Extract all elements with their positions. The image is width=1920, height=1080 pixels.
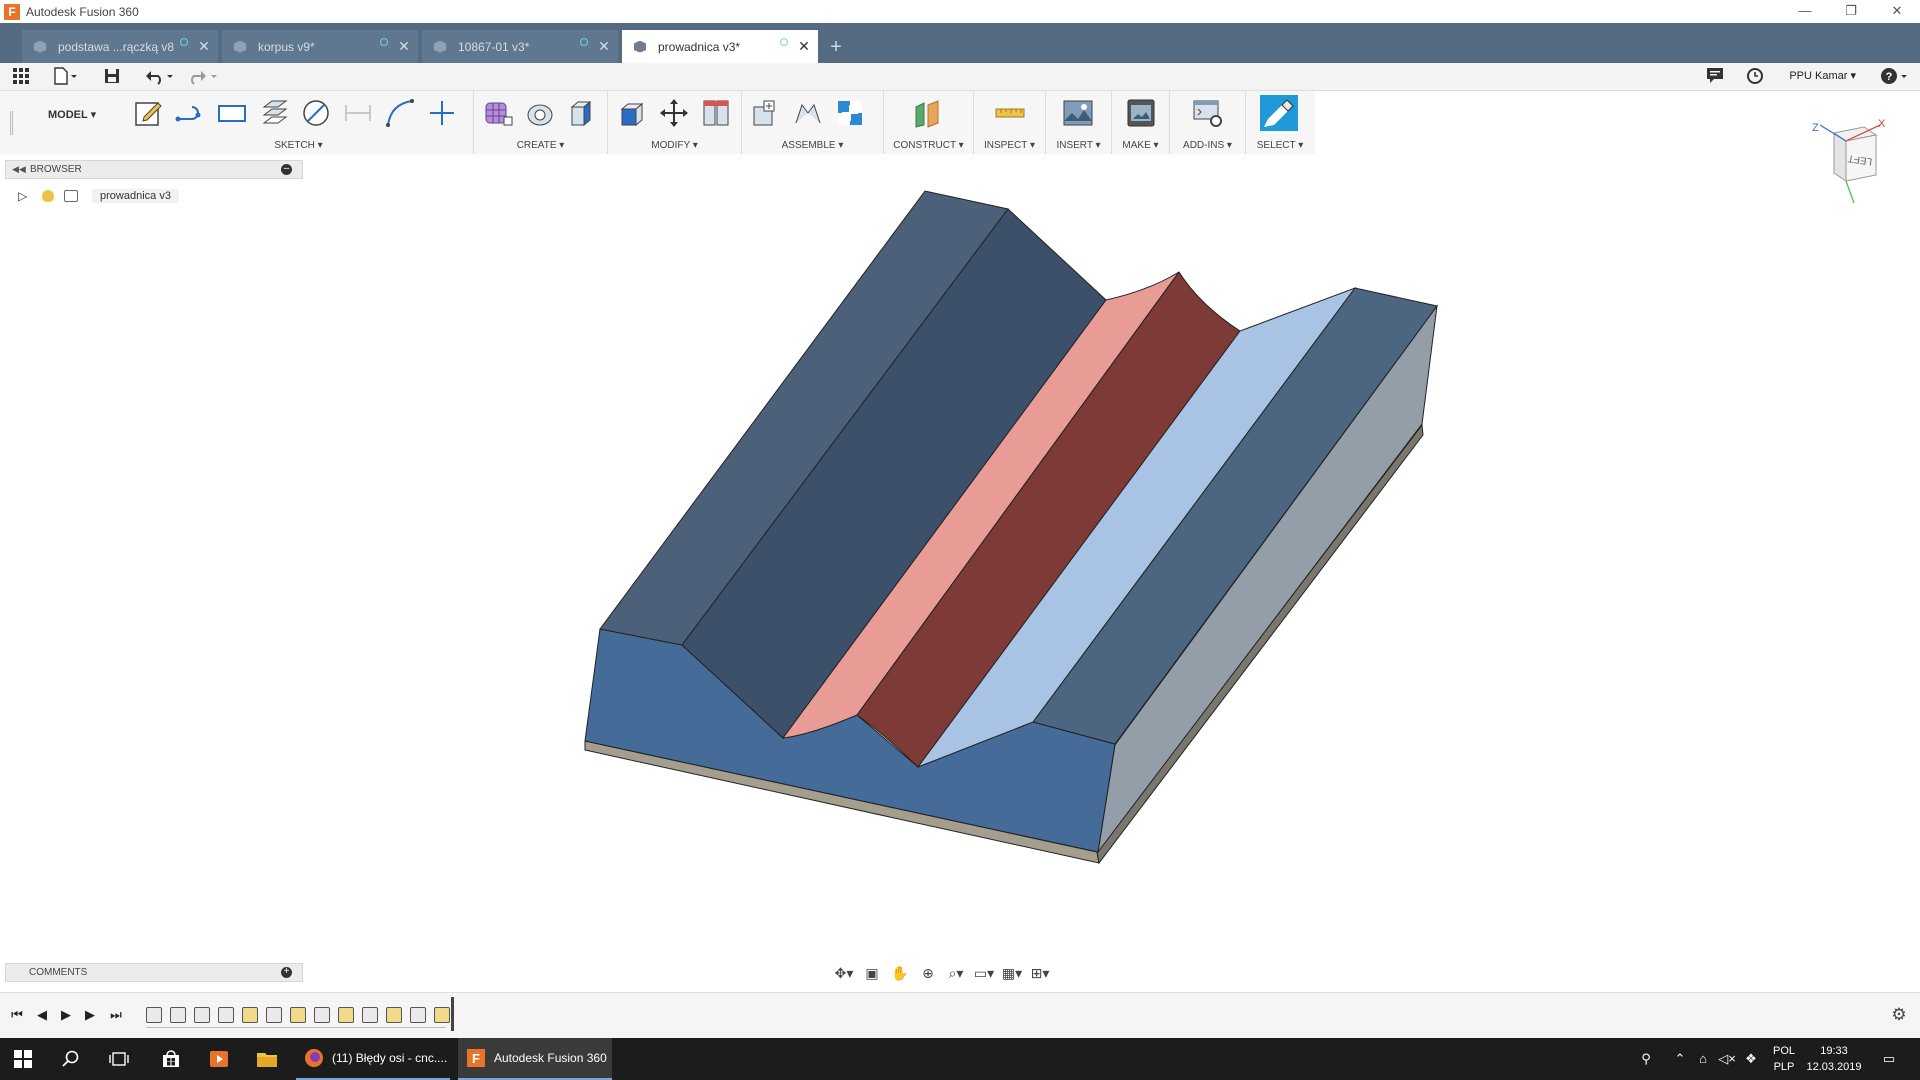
comments-title: COMMENTS <box>29 967 88 978</box>
language-code: POL <box>1772 1045 1795 1057</box>
keyboard-layout-code: PLP <box>1773 1061 1795 1073</box>
timeline-feature-icon[interactable] <box>410 1007 426 1023</box>
search-icon[interactable] <box>48 1038 94 1080</box>
navigation-bar: ✥▾ ▣ ✋ ⊕ ⌕▾ ▭▾ ▦▾ ⊞▾ <box>832 962 1082 984</box>
timeline-feature-icon[interactable] <box>314 1007 330 1023</box>
timeline-sketch-icon[interactable] <box>434 1007 450 1023</box>
people-icon[interactable]: ⚲ <box>1634 1038 1658 1080</box>
step-forward-icon[interactable]: ▶ <box>82 1007 98 1023</box>
taskbar-app-firefox[interactable]: (11) Błędy osi - cnc.... <box>296 1038 450 1080</box>
timeline-settings-gear-icon[interactable]: ⚙ <box>1890 1006 1908 1024</box>
look-at-icon[interactable]: ▣ <box>860 963 884 983</box>
timeline-bar: ⏮ ◀ ▶ ▶ ⏭ ⚙ <box>0 992 1920 1038</box>
input-language-indicator[interactable]: POL PLP <box>1770 1043 1798 1075</box>
zoom-window-icon[interactable]: ⌕▾ <box>944 963 968 983</box>
windows-taskbar: (11) Błędy osi - cnc.... F Autodesk Fusi… <box>0 1038 1920 1080</box>
timeline-feature-icon[interactable] <box>194 1007 210 1023</box>
dropbox-icon[interactable]: ❖ <box>1740 1038 1762 1080</box>
clock-time: 19:33 <box>1820 1045 1848 1057</box>
viewports-icon[interactable]: ⊞▾ <box>1028 963 1052 983</box>
firefox-icon <box>305 1049 323 1067</box>
show-hidden-icons-chevron-icon[interactable]: ⌃ <box>1670 1038 1690 1080</box>
play-icon[interactable]: ▶ <box>58 1007 74 1023</box>
timeline-feature-icon[interactable] <box>146 1007 162 1023</box>
start-windows-icon[interactable] <box>0 1038 46 1080</box>
fusion-app-icon: F <box>467 1049 485 1067</box>
task-view-icon[interactable] <box>96 1038 142 1080</box>
timeline-feature-icon[interactable] <box>170 1007 186 1023</box>
timeline-feature-icon[interactable] <box>362 1007 378 1023</box>
timeline-track <box>146 1027 446 1028</box>
model-canvas[interactable] <box>0 0 1920 1080</box>
store-icon[interactable] <box>148 1038 194 1080</box>
display-settings-icon[interactable]: ▭▾ <box>972 963 996 983</box>
timeline-feature-icon[interactable] <box>218 1007 234 1023</box>
timeline-sketch-icon[interactable] <box>386 1007 402 1023</box>
comments-panel-header[interactable]: COMMENTS + <box>5 963 303 982</box>
taskbar-app-label: Autodesk Fusion 360 <box>494 1051 607 1065</box>
taskbar-app-fusion[interactable]: F Autodesk Fusion 360 <box>458 1038 612 1080</box>
media-player-icon[interactable] <box>196 1038 242 1080</box>
orbit-icon[interactable]: ✥▾ <box>832 963 856 983</box>
timeline-sketch-icon[interactable] <box>290 1007 306 1023</box>
timeline-feature-icon[interactable] <box>266 1007 282 1023</box>
action-center-icon[interactable]: ▭ <box>1874 1038 1904 1080</box>
taskbar-clock[interactable]: 19:33 12.03.2019 <box>1798 1043 1870 1075</box>
step-back-icon[interactable]: ◀ <box>34 1007 50 1023</box>
add-comment-icon[interactable]: + <box>281 967 292 978</box>
timeline-marker[interactable] <box>451 997 454 1031</box>
svg-text:F: F <box>472 1051 480 1066</box>
volume-muted-icon[interactable]: ◁× <box>1716 1038 1738 1080</box>
go-to-end-icon[interactable]: ⏭ <box>108 1007 124 1023</box>
go-to-start-icon[interactable]: ⏮ <box>9 1007 25 1023</box>
timeline-sketch-icon[interactable] <box>242 1007 258 1023</box>
grid-snaps-icon[interactable]: ▦▾ <box>1000 963 1024 983</box>
network-icon[interactable]: ⌂ <box>1692 1038 1714 1080</box>
timeline-sketch-icon[interactable] <box>338 1007 354 1023</box>
file-explorer-icon[interactable] <box>244 1038 290 1080</box>
pan-hand-icon[interactable]: ✋ <box>888 963 912 983</box>
zoom-icon[interactable]: ⊕ <box>916 963 940 983</box>
clock-date: 12.03.2019 <box>1806 1061 1862 1073</box>
taskbar-app-label: (11) Błędy osi - cnc.... <box>332 1051 448 1065</box>
